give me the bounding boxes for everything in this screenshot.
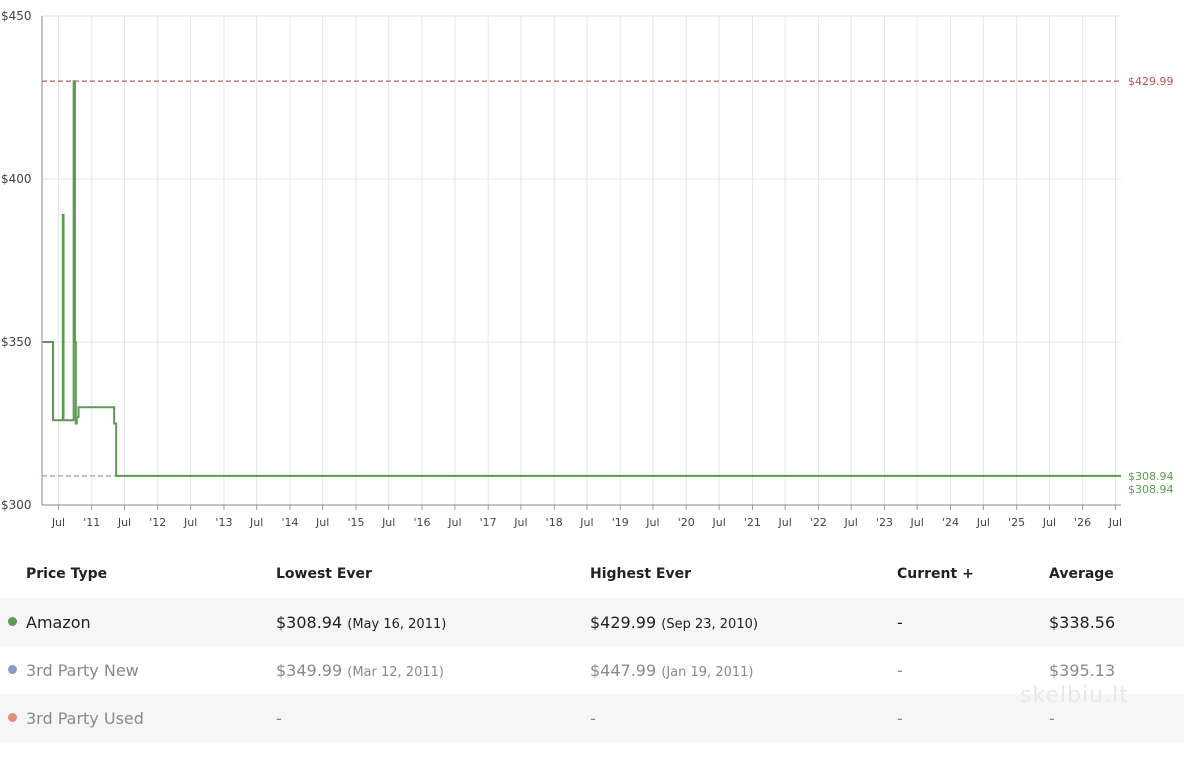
x-tick-label: '13 [215, 516, 232, 529]
table-row: Amazon $308.94 (May 16, 2011) $429.99 (S… [0, 598, 1184, 646]
x-tick-label: '18 [546, 516, 563, 529]
price-type-label: 3rd Party New [26, 660, 139, 680]
x-tick-label: Jul [117, 516, 131, 529]
table-header-row: Price Type Lowest Ever Highest Ever Curr… [0, 550, 1184, 598]
x-tick-label: Jul [51, 516, 65, 529]
x-tick-label: Jul [447, 516, 461, 529]
x-tick-label: Jul [1042, 516, 1056, 529]
current-cell: - [897, 598, 1049, 646]
price-summary-table: Price Type Lowest Ever Highest Ever Curr… [0, 550, 1184, 742]
price-type-cell: 3rd Party Used [0, 694, 276, 742]
y-tick-label: $350 [1, 335, 32, 349]
x-tick-label: Jul [976, 516, 990, 529]
y-tick-label: $450 [1, 9, 32, 23]
x-tick-label: Jul [844, 516, 858, 529]
price-type-label: Amazon [26, 612, 91, 632]
lowest-price-label: $308.94 [1128, 470, 1174, 483]
highest-cell: - [590, 694, 897, 742]
vertical-gridlines [57, 16, 1116, 505]
x-tick-label: '24 [942, 516, 959, 529]
x-tick-label: '20 [678, 516, 695, 529]
x-tick-label: '11 [83, 516, 100, 529]
highest-cell: $447.99 (Jan 19, 2011) [590, 660, 754, 680]
table-row: 3rd Party New $349.99 (Mar 12, 2011) $44… [0, 646, 1184, 694]
lowest-cell: $349.99 (Mar 12, 2011) [276, 660, 444, 680]
x-tick-label: '19 [612, 516, 629, 529]
reference-labels: $429.99 $308.94$308.94 [1128, 75, 1174, 496]
third-party-new-dot-icon [8, 665, 17, 674]
axes [41, 16, 1121, 510]
x-tick-label: Jul [249, 516, 263, 529]
lowest-cell: $308.94 (May 16, 2011) [276, 598, 590, 646]
x-tick-label: '25 [1008, 516, 1025, 529]
lowest-cell: - [276, 694, 590, 742]
price-type-label: 3rd Party Used [26, 708, 144, 728]
x-tick-label: Jul [778, 516, 792, 529]
x-tick-label: Jul [579, 516, 593, 529]
x-tick-label: Jul [1108, 516, 1122, 529]
price-type-cell: Amazon [0, 598, 276, 646]
horizontal-gridlines [42, 15, 1121, 506]
x-tick-label: '15 [347, 516, 364, 529]
x-tick-label: Jul [910, 516, 924, 529]
y-tick-label: $400 [1, 172, 32, 186]
header-price-type: Price Type [26, 566, 108, 582]
average-cell: $338.56 [1049, 598, 1184, 646]
x-tick-label: Jul [513, 516, 527, 529]
header-lowest-ever: Lowest Ever [276, 566, 372, 582]
x-tick-label: '17 [480, 516, 497, 529]
x-tick-label: '16 [413, 516, 430, 529]
price-history-chart: $450 $400 $350 $300 Jul '11 Jul '12 Jul '13 Jul '1… [1, 9, 1174, 529]
x-tick-label: Jul [645, 516, 659, 529]
reference-lines [42, 80, 1121, 477]
header-average: Average [1049, 566, 1114, 582]
x-tick-label: Jul [183, 516, 197, 529]
x-tick-labels: Jul '11 Jul '12 Jul '13 Jul '14 Jul '15 Jul '16 Jul '… [51, 516, 1122, 529]
x-tick-label: Jul [315, 516, 329, 529]
x-tick-label: '26 [1074, 516, 1091, 529]
highest-cell: $429.99 (Sep 23, 2010) [590, 598, 897, 646]
series-line-amazon [42, 80, 1121, 477]
x-tick-label: '21 [744, 516, 761, 529]
x-tick-label: '22 [810, 516, 827, 529]
price-type-cell: 3rd Party New [0, 646, 276, 694]
x-tick-label: Jul [711, 516, 725, 529]
y-tick-labels: $450 $400 $350 $300 [1, 9, 32, 512]
watermark-logo: skelbiu.lt [1020, 683, 1129, 708]
header-highest-ever: Highest Ever [590, 566, 691, 582]
series-layer [42, 80, 1121, 477]
y-tick-label: $300 [1, 498, 32, 512]
amazon-dot-icon [8, 617, 17, 626]
x-tick-label: Jul [381, 516, 395, 529]
highest-price-label: $429.99 [1128, 75, 1174, 88]
x-tick-label: '12 [149, 516, 166, 529]
table-row: 3rd Party Used - - - - [0, 694, 1184, 742]
x-tick-label: '23 [876, 516, 893, 529]
third-party-used-dot-icon [8, 713, 17, 722]
x-tick-label: '14 [281, 516, 298, 529]
current-price-label: $308.94 [1128, 483, 1174, 496]
header-current: Current + [897, 566, 974, 582]
